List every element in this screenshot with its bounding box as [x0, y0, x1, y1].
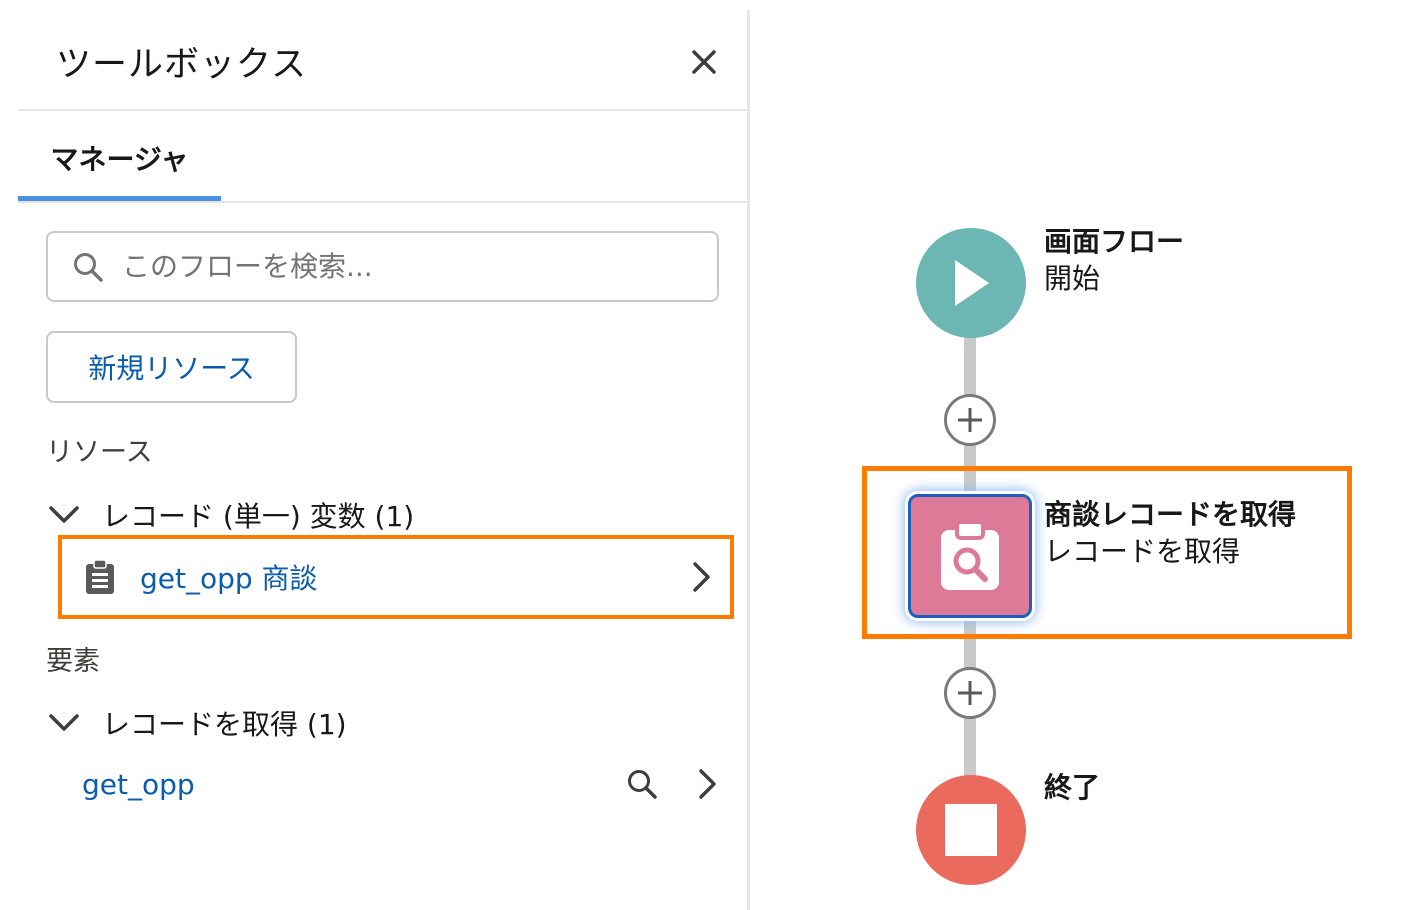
- tab-manager[interactable]: マネージャ: [18, 112, 221, 204]
- search-input[interactable]: [120, 235, 717, 298]
- clipboard-icon: [84, 557, 120, 597]
- resource-item-label: get_opp 商談: [140, 562, 318, 595]
- divider: [18, 201, 747, 203]
- panel-title: ツールボックス: [56, 45, 307, 85]
- search-box[interactable]: [46, 231, 719, 302]
- new-resource-button[interactable]: 新規リソース: [46, 331, 297, 403]
- chevron-right-icon: [686, 559, 716, 595]
- add-element-button[interactable]: [944, 394, 996, 446]
- start-node[interactable]: [916, 228, 1026, 338]
- elements-section-label: 要素: [46, 646, 100, 677]
- start-node-title: 画面フロー: [1044, 225, 1185, 258]
- get-records-group-label: レコードを取得 (1): [102, 708, 347, 741]
- search-icon: [72, 249, 108, 285]
- chevron-down-icon: [46, 705, 82, 741]
- resource-item-get-opp[interactable]: get_opp 商談: [58, 535, 734, 619]
- resources-section-label: リソース: [46, 437, 153, 468]
- divider: [18, 109, 747, 111]
- plus-icon: [958, 408, 982, 432]
- close-button[interactable]: [686, 44, 722, 80]
- get-records-node-title: 商談レコードを取得: [1044, 498, 1297, 531]
- flow-canvas: 画面フロー 開始 商談レコードを取得 レコードを取得 終了: [750, 0, 1426, 910]
- end-node[interactable]: [916, 775, 1026, 885]
- clipboard-search-icon: [941, 520, 999, 590]
- search-icon[interactable]: [622, 764, 662, 804]
- toolbox-panel: ツールボックス マネージャ 新規リソース リソース レコード (単一) 変数 (…: [18, 0, 747, 910]
- stop-icon: [945, 804, 997, 856]
- add-element-button[interactable]: [944, 667, 996, 719]
- get-records-group-toggle[interactable]: レコードを取得 (1): [46, 703, 347, 743]
- get-records-node[interactable]: [908, 494, 1032, 618]
- record-variable-group-label: レコード (単一) 変数 (1): [102, 500, 415, 533]
- start-node-subtitle: 開始: [1044, 262, 1101, 295]
- plus-icon: [958, 681, 982, 705]
- chevron-right-icon[interactable]: [692, 766, 722, 802]
- close-icon: [692, 50, 716, 74]
- play-icon: [955, 260, 989, 306]
- get-records-node-subtitle: レコードを取得: [1044, 535, 1241, 568]
- element-item-label: get_opp: [82, 767, 195, 801]
- element-item-get-opp[interactable]: get_opp: [46, 758, 722, 810]
- record-variable-group-toggle[interactable]: レコード (単一) 変数 (1): [46, 495, 414, 535]
- end-node-title: 終了: [1044, 771, 1101, 804]
- chevron-down-icon: [46, 497, 82, 533]
